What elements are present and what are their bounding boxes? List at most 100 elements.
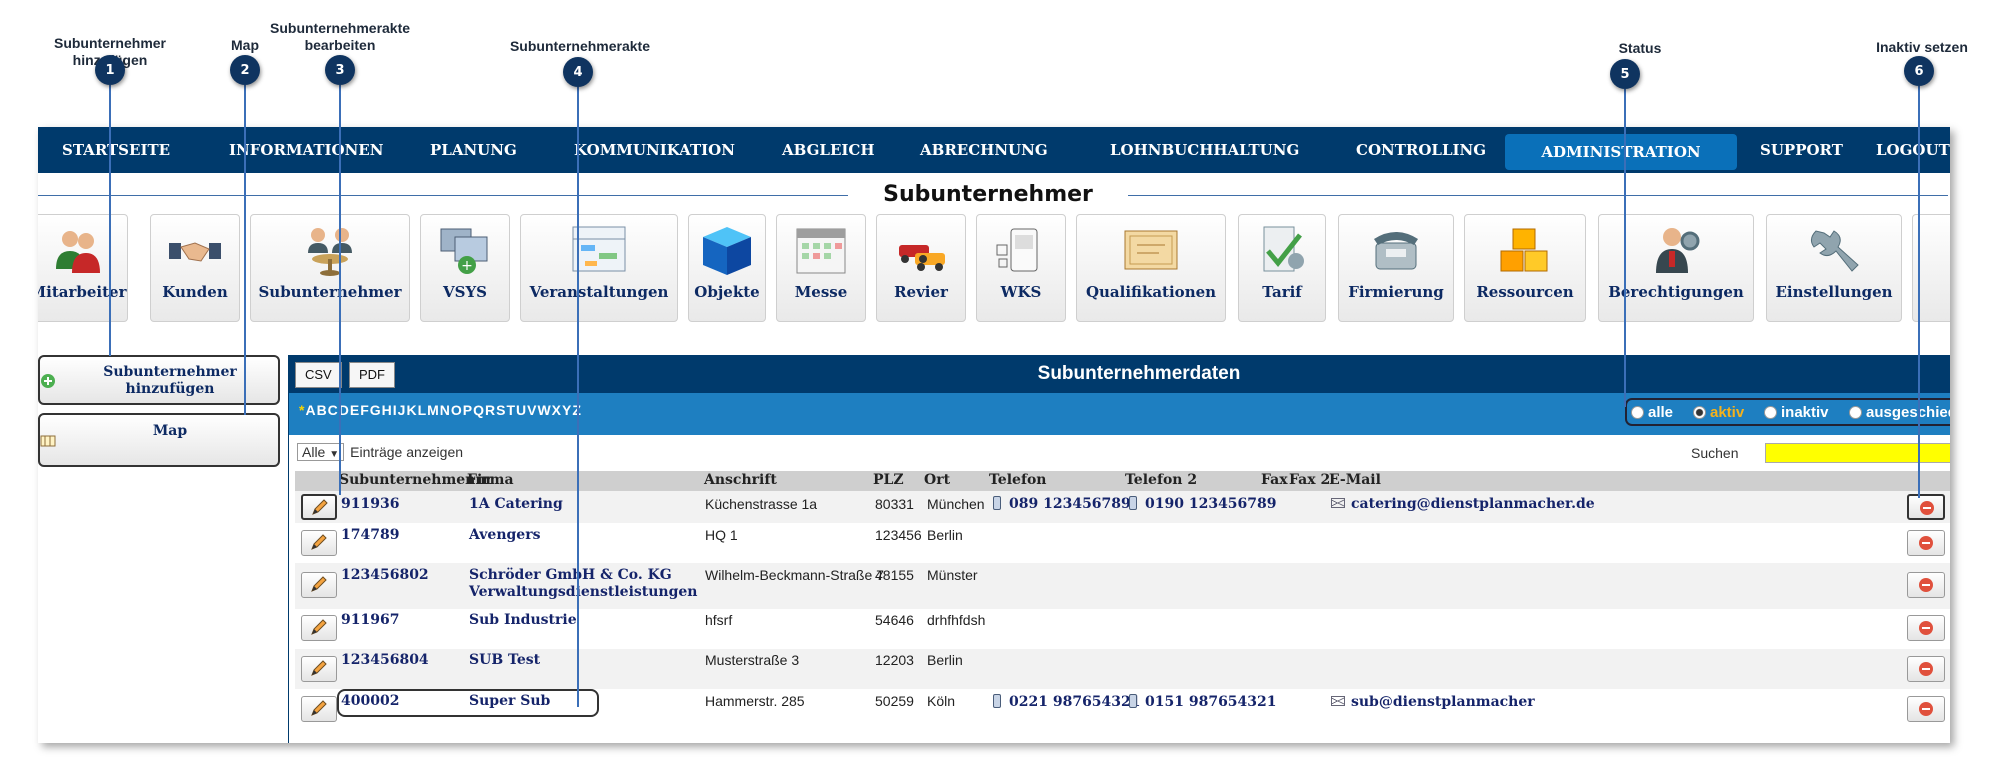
edit-button[interactable] (301, 530, 337, 556)
phone-text: 089 123456789 (1009, 496, 1131, 512)
company-name[interactable]: 1A Catering (469, 496, 563, 513)
column-header-telefon2[interactable]: Telefon 2 (1125, 472, 1197, 488)
envelope-icon (1331, 696, 1345, 706)
company-name[interactable]: Avengers (469, 527, 540, 544)
module-tile-vsys[interactable]: + VSYS (420, 214, 510, 322)
nav-kommunikation[interactable]: KOMMUNIKATION (574, 127, 735, 173)
radio-icon[interactable] (1849, 406, 1862, 419)
deactivate-button[interactable] (1907, 615, 1945, 641)
nav-controlling[interactable]: CONTROLLING (1356, 127, 1486, 173)
module-tile-kunden[interactable]: Kunden (150, 214, 240, 322)
status-option-aktiv[interactable]: aktiv (1693, 404, 1744, 421)
module-tile-berechtigungen[interactable]: Berechtigungen (1598, 214, 1754, 322)
deactivate-button[interactable] (1907, 572, 1945, 598)
email-text: catering@dienstplanmacher.de (1351, 496, 1595, 512)
edit-button[interactable] (301, 615, 337, 641)
zip: 48155 (875, 567, 914, 583)
module-label: Mitarbeiter (38, 283, 127, 301)
module-tile-subunternehmer[interactable]: Subunternehmer (250, 214, 410, 322)
subcontractor-number[interactable]: 911967 (341, 612, 399, 629)
subcontractor-number[interactable]: 123456804 (341, 652, 429, 669)
column-header-ort[interactable]: Ort (924, 472, 950, 488)
module-tile-einstellungen[interactable]: Einstellungen (1766, 214, 1902, 322)
phone[interactable]: 0221 987654321 (993, 694, 1141, 711)
csv-export-button[interactable]: CSV (295, 362, 342, 388)
column-header-plz[interactable]: PLZ (873, 472, 904, 488)
pdf-export-button[interactable]: PDF (349, 362, 395, 388)
section-title: Subunternehmer (883, 182, 1093, 207)
edit-button[interactable] (301, 494, 337, 520)
subcontractor-number[interactable]: 123456802 (341, 567, 429, 584)
module-tile-qualifikationen[interactable]: Qualifikationen (1076, 214, 1226, 322)
nav-startseite[interactable]: STARTSEITE (62, 127, 170, 173)
status-option-inaktiv[interactable]: inaktiv (1764, 404, 1829, 421)
column-header-fax2[interactable]: Fax 2 (1289, 472, 1330, 488)
deactivate-button[interactable] (1907, 656, 1945, 682)
edit-button[interactable] (301, 572, 337, 598)
module-tile-firmierung[interactable]: Firmierung (1338, 214, 1454, 322)
company-name[interactable]: Sub Industrie (469, 612, 577, 629)
module-label: Qualifikationen (1085, 283, 1217, 301)
status-label: alle (1648, 404, 1674, 421)
subcontractor-number[interactable]: 911936 (341, 496, 399, 513)
nav-planung[interactable]: PLANUNG (430, 127, 517, 173)
nav-abgleich[interactable]: ABGLEICH (782, 127, 875, 173)
city: München (927, 496, 985, 512)
column-header-email[interactable]: E-Mail (1329, 472, 1381, 488)
mobile-phone-icon (1129, 694, 1137, 708)
module-tile-messe[interactable]: Messe (776, 214, 866, 322)
module-tile-objekte[interactable]: Objekte (688, 214, 766, 322)
pencil-icon (311, 700, 327, 716)
city: Münster (927, 567, 978, 583)
subcontractor-number[interactable]: 174789 (341, 527, 399, 544)
radio-icon[interactable] (1693, 406, 1706, 419)
radio-icon[interactable] (1764, 406, 1777, 419)
edit-button[interactable] (301, 696, 337, 722)
alphabet-filter-bar: *ABCDEFGHIJKLMNOPQRSTUVWXYZ alle aktiv i… (289, 393, 1950, 435)
address: hfsrf (705, 612, 733, 628)
module-tile-tarif[interactable]: Tarif (1238, 214, 1326, 322)
phone2[interactable]: 0151 987654321 (1129, 694, 1277, 711)
nav-administration[interactable]: ADMINISTRATION (1505, 134, 1737, 170)
annotation-marker-6: 6 (1904, 56, 1934, 86)
subcontractor-number[interactable]: 400002 (341, 693, 399, 710)
module-tile-revier[interactable]: Revier (876, 214, 966, 322)
company-name[interactable]: Super Sub (469, 693, 550, 710)
module-tile-veranstaltungen[interactable]: Veranstaltungen (520, 214, 678, 322)
nav-logout[interactable]: LOGOUT (1876, 127, 1950, 173)
deactivate-button[interactable] (1907, 530, 1945, 556)
nav-support[interactable]: SUPPORT (1760, 127, 1843, 173)
module-label: Einstellungen (1775, 283, 1893, 301)
status-label: ausgeschieden (1866, 404, 1950, 421)
status-option-alle[interactable]: alle (1631, 404, 1673, 421)
email[interactable]: catering@dienstplanmacher.de (1331, 496, 1595, 513)
phone[interactable]: 089 123456789 (993, 496, 1131, 513)
edit-button[interactable] (301, 656, 337, 682)
radio-icon[interactable] (1631, 406, 1644, 419)
column-header-firma[interactable]: Firma (467, 472, 514, 488)
map-button[interactable]: Map (38, 413, 280, 467)
column-header-telefon[interactable]: Telefon (989, 472, 1046, 488)
module-tile-ressourcen[interactable]: Ressourcen (1464, 214, 1586, 322)
deactivate-button[interactable] (1907, 494, 1945, 520)
nav-informationen[interactable]: INFORMATIONEN (229, 127, 383, 173)
column-header-fax[interactable]: Fax (1261, 472, 1288, 488)
status-label: aktiv (1710, 404, 1745, 421)
email[interactable]: sub@dienstplanmacher (1331, 694, 1535, 711)
table-row: 911936 1A Catering Küchenstrasse 1a 8033… (295, 491, 1950, 523)
company-name[interactable]: Schröder GmbH & Co. KG (469, 567, 672, 584)
nav-lohnbuchhaltung[interactable]: LOHNBUCHHALTUNG (1110, 127, 1299, 173)
alphabet-filter[interactable]: *ABCDEFGHIJKLMNOPQRSTUVWXYZ (299, 402, 582, 418)
page-length-select[interactable]: Alle ▼ (297, 443, 345, 461)
module-tile-wks[interactable]: WKS (976, 214, 1066, 322)
phone2[interactable]: 0190 123456789 (1129, 496, 1277, 513)
company-name[interactable]: SUB Test (469, 652, 540, 669)
status-option-ausgeschieden[interactable]: ausgeschieden (1849, 404, 1950, 421)
search-input[interactable] (1765, 443, 1950, 463)
nav-abrechnung[interactable]: ABRECHNUNG (920, 127, 1048, 173)
company-name-line2[interactable]: Verwaltungsdienstleistungen (469, 584, 697, 601)
module-tile-mitarbeiter[interactable]: Mitarbeiter (38, 214, 128, 322)
deactivate-button[interactable] (1907, 696, 1945, 722)
column-header-anschrift[interactable]: Anschrift (704, 472, 777, 488)
alphabet-filter-letters[interactable]: ABCDEFGHIJKLMNOPQRSTUVWXYZ (305, 402, 581, 418)
